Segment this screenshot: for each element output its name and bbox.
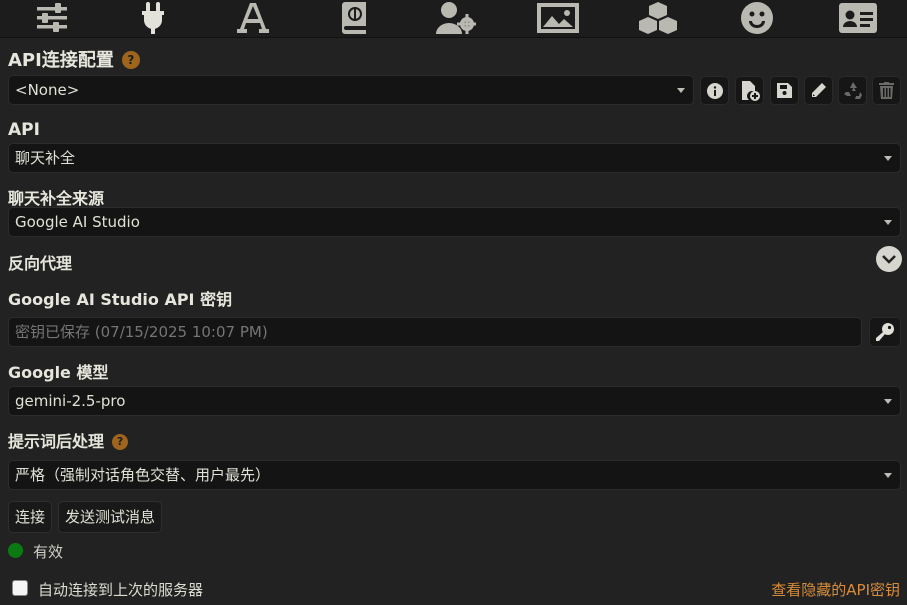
connection-profile-label: API连接配置	[8, 50, 114, 71]
post-processing-select[interactable]: 严格（强制对话角色交替、用户最先）	[8, 460, 901, 490]
post-processing-heading: 提示词后处理?	[8, 428, 129, 452]
file-plus-icon	[741, 80, 760, 101]
delete-button[interactable]	[872, 76, 901, 105]
user-gear-icon[interactable]	[434, 0, 478, 36]
chevron-down-icon	[882, 255, 896, 264]
api-select[interactable]: 聊天补全	[8, 143, 901, 173]
info-button[interactable]	[700, 76, 729, 105]
cubes-icon[interactable]	[636, 0, 680, 36]
chat-source-select[interactable]: Google AI Studio	[8, 207, 901, 237]
connect-button[interactable]: 连接	[8, 501, 53, 533]
smile-icon[interactable]	[735, 0, 779, 36]
save-icon	[777, 83, 792, 98]
auto-connect-label: 自动连接到上次的服务器	[38, 581, 204, 599]
connection-profile-value: <None>	[15, 81, 80, 99]
info-icon	[706, 82, 723, 99]
status-indicator	[8, 543, 23, 558]
id-card-icon[interactable]	[836, 0, 880, 36]
auto-connect-checkbox[interactable]	[12, 580, 28, 596]
chat-source-value: Google AI Studio	[15, 213, 140, 231]
view-hidden-keys-link[interactable]: 查看隐藏的API密钥	[771, 579, 900, 600]
chevron-down-icon	[884, 220, 892, 225]
chevron-down-icon	[884, 156, 892, 161]
model-select[interactable]: gemini-2.5-pro	[8, 386, 901, 416]
top-nav-bar	[0, 0, 907, 38]
font-icon[interactable]	[231, 0, 275, 36]
book-atlas-icon[interactable]	[332, 0, 376, 36]
edit-button[interactable]	[804, 76, 833, 105]
help-icon[interactable]: ?	[121, 51, 140, 69]
connection-profile-select[interactable]: <None>	[8, 75, 694, 105]
chevron-down-icon	[884, 473, 892, 478]
reverse-proxy-label: 反向代理	[8, 254, 73, 273]
expand-toggle[interactable]	[876, 246, 902, 272]
key-icon	[876, 323, 894, 341]
api-label: API	[8, 120, 40, 140]
plug-icon[interactable]	[131, 0, 175, 36]
send-test-message-button[interactable]: 发送测试消息	[58, 501, 163, 533]
image-icon[interactable]	[536, 0, 580, 36]
sliders-icon[interactable]	[30, 0, 74, 36]
chat-source-label: 聊天补全来源	[8, 189, 105, 208]
status-text: 有效	[33, 543, 64, 561]
post-processing-value: 严格（强制对话角色交替、用户最先）	[15, 466, 271, 484]
new-profile-button[interactable]	[735, 76, 764, 105]
reload-button[interactable]	[838, 76, 867, 105]
model-label: Google 模型	[8, 363, 109, 382]
api-key-label: Google AI Studio API 密钥	[8, 290, 233, 309]
chevron-down-icon	[884, 399, 892, 404]
save-button[interactable]	[770, 76, 799, 105]
trash-icon	[879, 82, 894, 99]
help-icon[interactable]: ?	[112, 434, 129, 450]
post-processing-label: 提示词后处理	[8, 432, 105, 451]
api-key-input[interactable]	[8, 317, 862, 347]
model-value: gemini-2.5-pro	[15, 392, 126, 410]
chevron-down-icon	[677, 88, 685, 93]
api-value: 聊天补全	[15, 149, 76, 167]
connection-profile-heading: API连接配置?	[8, 46, 140, 72]
pencil-icon	[812, 83, 826, 97]
key-button[interactable]	[869, 317, 901, 347]
recycle-icon	[843, 81, 862, 99]
